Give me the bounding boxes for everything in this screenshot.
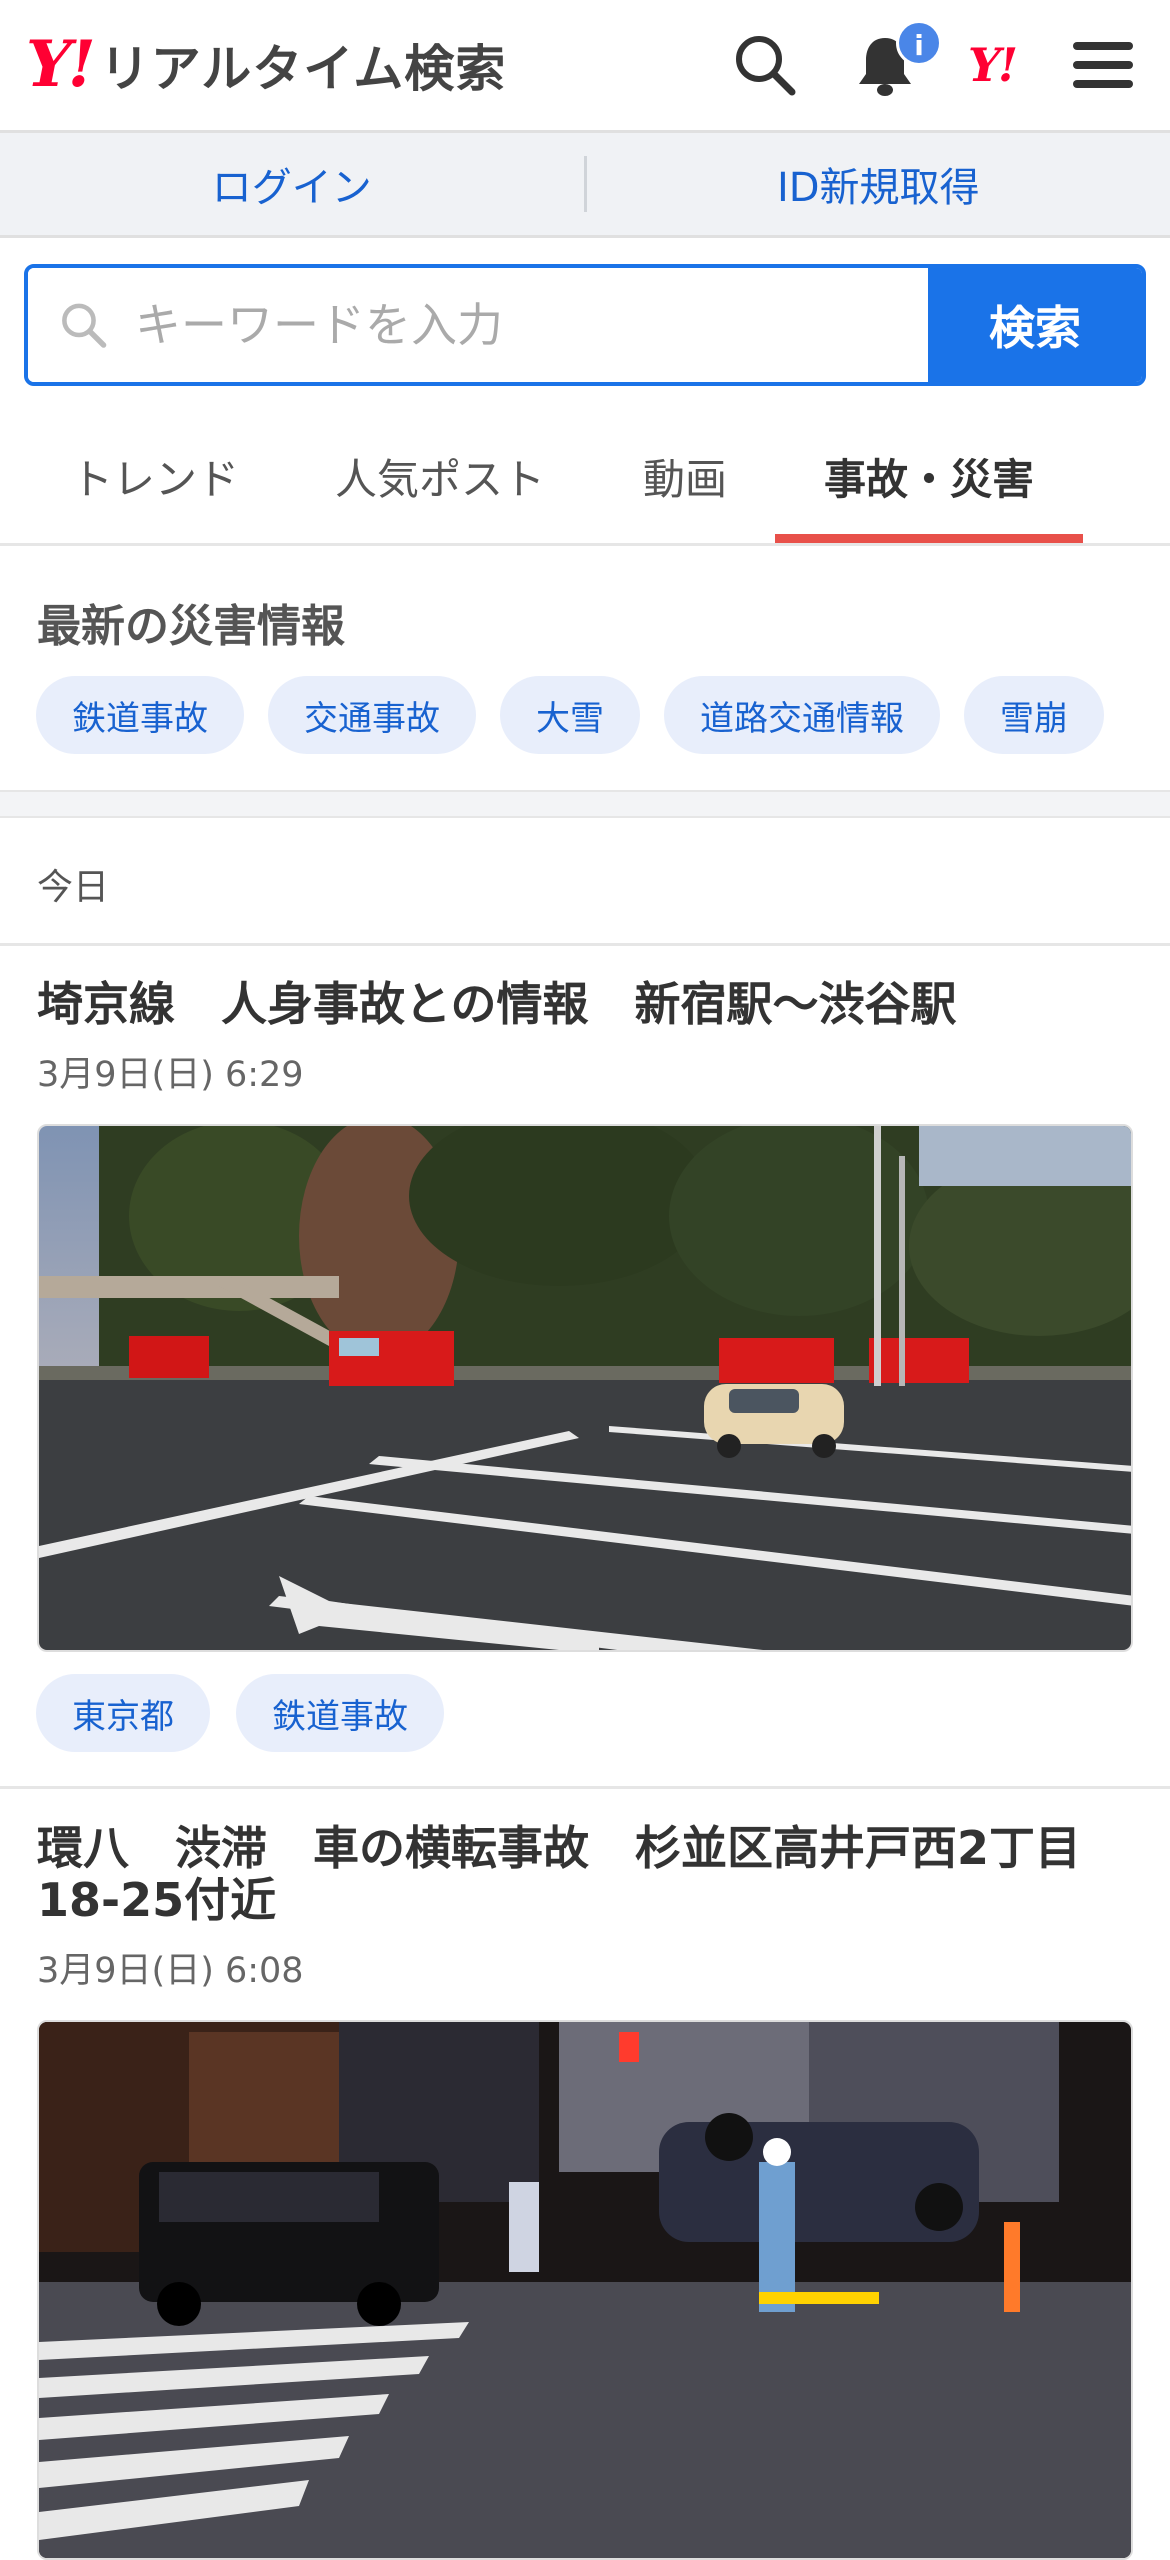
- article-divider: [0, 1786, 1170, 1789]
- auth-bar: ログイン ID新規取得: [0, 133, 1170, 238]
- yahoo-logo-icon[interactable]: Y!: [968, 30, 1048, 100]
- hamburger-menu-icon[interactable]: [1068, 30, 1138, 100]
- chip-road-traffic-info[interactable]: 道路交通情報: [664, 676, 940, 754]
- yahoo-logo-text: Y!: [968, 38, 1015, 92]
- date-heading: 今日: [0, 818, 1170, 946]
- search-form: 検索: [24, 264, 1146, 386]
- tab-trend[interactable]: トレンド: [40, 406, 270, 546]
- article-timestamp: 3月9日(日) 6:08: [37, 1942, 304, 1993]
- article-timestamp: 3月9日(日) 6:29: [37, 1046, 304, 1097]
- search-field-wrapper: [28, 268, 928, 382]
- disaster-chips: 鉄道事故 交通事故 大雪 道路交通情報 雪崩: [36, 676, 1104, 754]
- chip-heavy-snow[interactable]: 大雪: [500, 676, 640, 754]
- section-separator: [0, 790, 1170, 818]
- search-input[interactable]: [135, 298, 928, 352]
- register-link[interactable]: ID新規取得: [587, 155, 1170, 213]
- chip-avalanche[interactable]: 雪崩: [964, 676, 1104, 754]
- app-header: Y! リアルタイム検索 i Y!: [0, 0, 1170, 133]
- login-link[interactable]: ログイン: [0, 155, 584, 213]
- article-tags: 東京都 鉄道事故: [36, 1674, 444, 1752]
- active-tab-indicator: [775, 534, 1083, 543]
- article-title[interactable]: 埼京線 人身事故との情報 新宿駅〜渋谷駅: [37, 978, 1137, 1030]
- notification-badge: i: [896, 20, 942, 66]
- article-title[interactable]: 環八 渋滞 車の横転事故 杉並区高井戸西2丁目18-25付近: [37, 1822, 1137, 1926]
- tab-video[interactable]: 動画: [600, 406, 770, 546]
- yahoo-logo-mark: Y!: [26, 33, 92, 97]
- tab-accidents-disasters[interactable]: 事故・災害: [775, 406, 1083, 546]
- tag-railway-accident[interactable]: 鉄道事故: [236, 1674, 444, 1752]
- date-heading-label: 今日: [37, 858, 109, 910]
- search-button[interactable]: 検索: [928, 268, 1142, 382]
- search-icon[interactable]: [730, 30, 800, 100]
- disaster-section-title: 最新の災害情報: [37, 590, 345, 654]
- article-photo-overturned-car-night[interactable]: [37, 2020, 1133, 2560]
- brand-title: リアルタイム検索: [100, 29, 507, 101]
- search-field-icon: [58, 297, 109, 353]
- article-photo-fire-engines-intersection[interactable]: [37, 1124, 1133, 1652]
- chip-railway-accident[interactable]: 鉄道事故: [36, 676, 244, 754]
- tag-tokyo[interactable]: 東京都: [36, 1674, 210, 1752]
- notification-bell-icon[interactable]: i: [850, 30, 920, 100]
- category-tabs: トレンド 人気ポスト 動画 事故・災害: [0, 406, 1170, 546]
- brand-logo[interactable]: Y! リアルタイム検索: [26, 30, 506, 100]
- tab-popular-posts[interactable]: 人気ポスト: [310, 406, 570, 546]
- chip-traffic-accident[interactable]: 交通事故: [268, 676, 476, 754]
